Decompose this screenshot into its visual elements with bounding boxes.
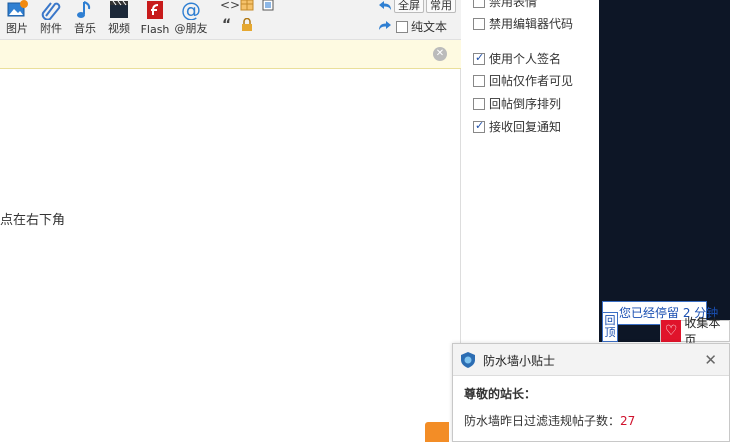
firewall-tip-popup: 防水墙小贴士 ✕ 尊敬的站长： 防水墙昨日过滤违规帖子数：27 [452,343,730,442]
editor-body[interactable]: 点在右下角 [0,69,461,442]
music-label: 音乐 [74,22,96,35]
option-use-signature[interactable]: 使用个人签名 [473,50,561,67]
insert-video-button[interactable]: 视频 [102,0,136,40]
option-checkbox[interactable] [473,51,485,65]
option-label: 接收回复通知 [489,120,562,134]
popup-header: 防水墙小贴士 ✕ [453,344,729,376]
table-icon[interactable] [240,0,254,11]
popup-greeting: 尊敬的站长： [464,387,537,401]
fullscreen-button[interactable]: 全屏 [394,0,424,13]
floating-widget[interactable] [425,422,449,442]
editor-toolbar: 图片 附件 音乐 视频 Flash @ @朋友 <> “ 全屏 常用 纯文本 [0,0,461,40]
plain-text-toggle[interactable]: 纯文本 [396,18,447,35]
redo-icon[interactable] [378,20,392,32]
close-icon[interactable]: ✕ [704,351,717,369]
option-label: 禁用表情 [489,0,538,9]
option-label: 回帖倒序排列 [489,97,562,111]
option-label: 使用个人签名 [489,52,562,66]
option-checkbox[interactable] [473,119,485,133]
close-icon[interactable]: ✕ [433,47,447,61]
editor-hint-text: 点在右下角 [0,213,66,228]
popup-message: 防水墙昨日过滤违规帖子数：27 [464,412,635,429]
option-label: 回帖仅作者可见 [489,74,574,88]
flash-icon [147,1,163,19]
attachment-icon [41,2,61,20]
option-reverse-order[interactable]: 回帖倒序排列 [473,95,561,112]
popup-title: 防水墙小贴士 [483,354,556,368]
option-label: 禁用编辑器代码 [489,17,574,31]
code-icon[interactable]: <> [220,0,240,12]
option-checkbox[interactable] [473,17,485,30]
svg-text:@: @ [181,0,201,20]
attachment-label: 附件 [40,22,62,35]
copy-icon[interactable] [262,0,274,11]
option-disable-smilies[interactable]: 禁用表情 [473,0,537,10]
popup-message-text: 防水墙昨日过滤违规帖子数： [464,414,621,428]
insert-image-button[interactable]: 图片 [0,0,34,40]
common-mode-button[interactable]: 常用 [426,0,456,13]
undo-icon[interactable] [378,0,392,12]
option-checkbox[interactable] [473,97,485,110]
at-icon: @ [181,0,201,20]
insert-attachment-button[interactable]: 附件 [34,0,68,40]
at-label: @朋友 [174,22,208,35]
video-icon [110,0,128,18]
option-reply-notify[interactable]: 接收回复通知 [473,118,561,135]
flash-label: Flash [140,23,170,36]
image-icon [7,0,28,17]
insert-flash-button[interactable]: Flash [138,0,172,40]
post-options-panel: 禁用表情 禁用编辑器代码 使用个人签名 回帖仅作者可见 回帖倒序排列 接收回复通… [461,0,599,342]
bookmark-page-button[interactable]: ♡ 收集本页 [660,316,730,347]
quote-icon[interactable]: “ [222,18,231,32]
heart-icon: ♡ [661,320,682,342]
shield-icon [461,352,475,368]
image-label: 图片 [6,22,28,35]
option-author-only[interactable]: 回帖仅作者可见 [473,72,573,89]
back-to-top-button[interactable]: 回顶 [602,312,618,342]
option-checkbox[interactable] [473,0,485,8]
plain-text-label: 纯文本 [411,20,448,34]
insert-music-button[interactable]: 音乐 [68,0,102,40]
video-label: 视频 [108,22,130,35]
mention-friend-button[interactable]: @ @朋友 [174,0,208,40]
plain-text-checkbox[interactable] [396,20,408,33]
option-disable-editor-code[interactable]: 禁用编辑器代码 [473,15,573,32]
dark-side-panel [599,0,730,342]
option-checkbox[interactable] [473,74,485,87]
music-icon [77,1,91,18]
filtered-count: 27 [620,414,636,428]
notice-bar: ✕ [0,40,461,69]
lock-icon[interactable] [241,18,253,32]
